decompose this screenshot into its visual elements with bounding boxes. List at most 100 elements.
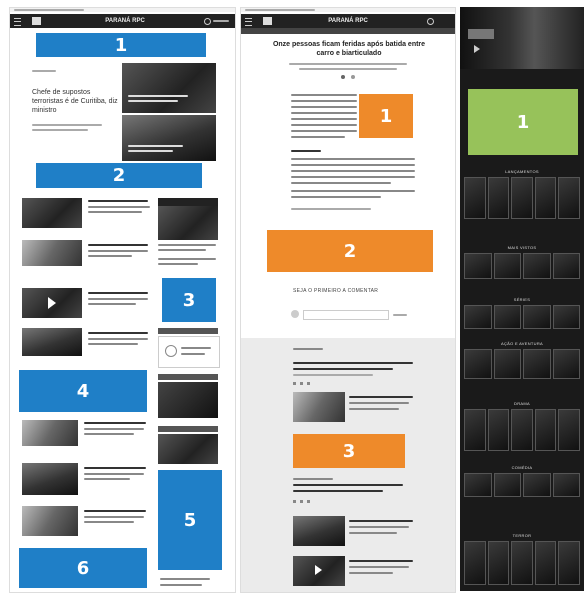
news-thumb[interactable] <box>293 516 345 546</box>
news-thumb[interactable] <box>22 198 82 228</box>
sidebar-photo[interactable] <box>158 382 218 418</box>
ad-label: 1 <box>379 105 393 127</box>
poster[interactable] <box>523 253 551 279</box>
poster[interactable] <box>558 177 580 219</box>
poster[interactable] <box>534 541 557 585</box>
news-thumb[interactable] <box>22 420 78 446</box>
poster[interactable] <box>558 409 580 451</box>
utility-bar <box>10 8 235 12</box>
news-thumb[interactable] <box>293 556 345 586</box>
poster[interactable] <box>487 541 510 585</box>
section-title: COMÉDIA <box>511 465 533 470</box>
main-photo-bottom[interactable] <box>122 115 216 161</box>
panel-news-home: PARANÁ RPC 1 Chefe de supostos terrorist… <box>9 7 236 593</box>
poster[interactable] <box>464 305 492 329</box>
poster[interactable] <box>464 253 492 279</box>
section-title: SÉRIES <box>513 297 531 302</box>
site-logo[interactable]: PARANÁ RPC <box>323 17 373 25</box>
utility-bar <box>241 8 455 12</box>
poster[interactable] <box>511 409 533 451</box>
search-icon[interactable] <box>427 18 434 25</box>
share-icons[interactable] <box>293 382 313 385</box>
poster[interactable] <box>558 541 580 585</box>
sidebar-widget-photo[interactable] <box>158 206 218 240</box>
news-thumb[interactable] <box>22 288 82 318</box>
comment-prompt: SEJA O PRIMEIRO A COMENTAR <box>293 288 379 294</box>
poster[interactable] <box>534 409 557 451</box>
sidebar-section-header <box>158 374 218 380</box>
comment-input[interactable] <box>303 310 389 320</box>
main-photo-top[interactable] <box>122 63 216 113</box>
site-logo[interactable]: PARANÁ RPC <box>100 17 150 25</box>
poster-row <box>464 349 580 379</box>
poster[interactable] <box>523 473 551 497</box>
header-g1-logo[interactable] <box>32 17 41 25</box>
poster[interactable] <box>487 177 510 219</box>
poster[interactable] <box>493 349 521 379</box>
poster[interactable] <box>487 409 510 451</box>
ad-slot-1[interactable]: 1 <box>468 89 578 155</box>
poster[interactable] <box>493 473 521 497</box>
search-icon[interactable] <box>204 18 211 25</box>
hero-logo <box>468 29 494 39</box>
poster[interactable] <box>523 349 551 379</box>
poster[interactable] <box>552 349 580 379</box>
menu-icon[interactable] <box>245 18 252 26</box>
poster[interactable] <box>464 409 486 451</box>
section-title: MAIS VISTOS <box>507 245 537 250</box>
ad-slot-3[interactable]: 3 <box>293 434 405 468</box>
poster-row <box>464 305 580 329</box>
poster[interactable] <box>493 305 521 329</box>
ad-slot-1[interactable]: 1 <box>359 94 413 138</box>
ad-slot-1[interactable]: 1 <box>36 33 206 57</box>
poster[interactable] <box>493 253 521 279</box>
poster-row <box>464 409 580 451</box>
poster[interactable] <box>464 473 492 497</box>
ad-slot-2[interactable]: 2 <box>36 163 202 188</box>
play-icon[interactable] <box>48 297 56 309</box>
ad-slot-4[interactable]: 4 <box>19 370 147 412</box>
panel-news-article: PARANÁ RPC Onze pessoas ficam feridas ap… <box>240 7 456 593</box>
poster[interactable] <box>534 177 557 219</box>
menu-icon[interactable] <box>14 18 21 26</box>
ad-label: 4 <box>76 380 90 402</box>
ad-label: 2 <box>343 240 357 262</box>
news-thumb[interactable] <box>22 240 82 266</box>
sub-header <box>241 28 455 34</box>
poster[interactable] <box>523 305 551 329</box>
news-thumb[interactable] <box>293 392 345 422</box>
ad-label: 2 <box>112 165 126 186</box>
poster[interactable] <box>511 541 533 585</box>
share-icons[interactable] <box>293 500 313 503</box>
ad-slot-6[interactable]: 6 <box>19 548 147 588</box>
main-headline[interactable]: Chefe de supostos terroristas é de Curit… <box>32 88 118 115</box>
news-thumb[interactable] <box>22 506 78 536</box>
poster[interactable] <box>464 349 492 379</box>
sidebar-photo[interactable] <box>158 434 218 464</box>
poster[interactable] <box>552 253 580 279</box>
poster[interactable] <box>464 177 486 219</box>
section-title: LANÇAMENTOS <box>505 169 539 174</box>
play-icon[interactable] <box>315 565 322 575</box>
ad-slot-2[interactable]: 2 <box>267 230 433 272</box>
poster[interactable] <box>552 305 580 329</box>
share-icon[interactable] <box>341 75 345 79</box>
comment-icon[interactable] <box>351 75 355 79</box>
poster-row <box>464 177 580 219</box>
hero-banner[interactable] <box>460 7 584 69</box>
ad-slot-5[interactable]: 5 <box>158 470 222 570</box>
play-icon[interactable] <box>474 45 480 53</box>
sidebar-chart-widget[interactable] <box>158 336 220 368</box>
header-g1-logo[interactable] <box>263 17 272 25</box>
comment-avatar <box>291 310 299 318</box>
comment-submit-button[interactable] <box>393 314 407 316</box>
poster[interactable] <box>464 541 486 585</box>
sidebar-section-header <box>158 426 218 432</box>
news-thumb[interactable] <box>22 328 82 356</box>
poster-row <box>464 473 580 497</box>
poster[interactable] <box>511 177 533 219</box>
news-thumb[interactable] <box>22 463 78 495</box>
panel-streaming-catalog: 1 LANÇAMENTOS MAIS VISTOS SÉRIES AÇÃO E … <box>460 7 584 591</box>
ad-slot-3[interactable]: 3 <box>162 278 216 322</box>
poster[interactable] <box>552 473 580 497</box>
